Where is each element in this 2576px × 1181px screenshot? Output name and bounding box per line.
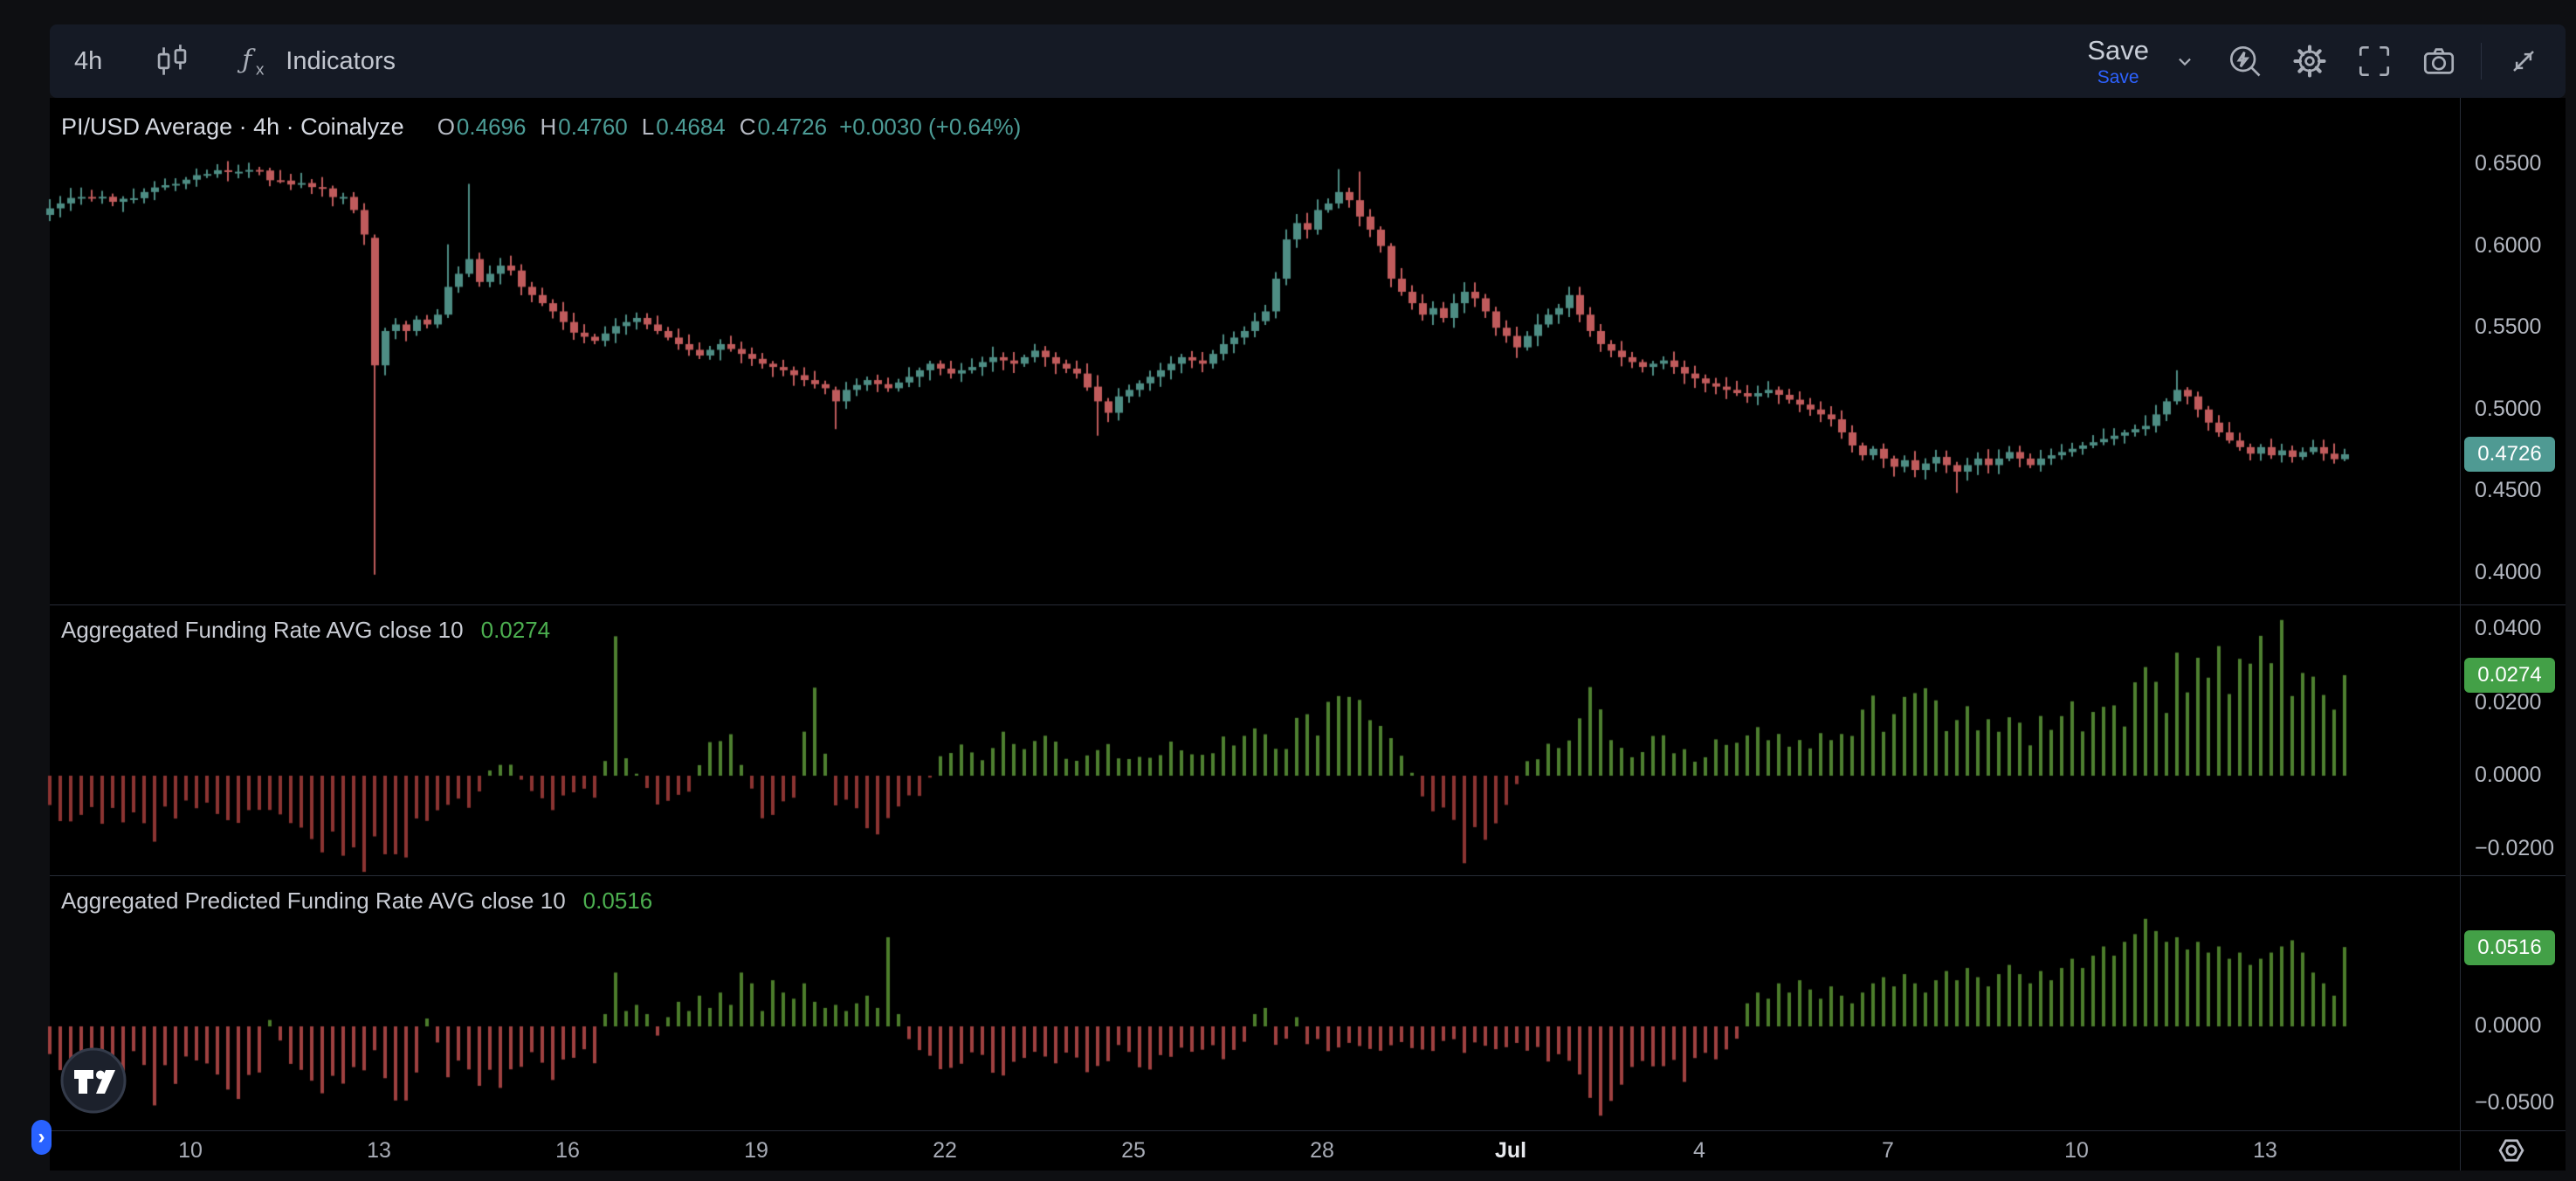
scale-tick-label: 0.4500 bbox=[2475, 478, 2541, 503]
funding-legend-value: 0.0274 bbox=[481, 617, 551, 644]
close-label: C bbox=[740, 114, 756, 141]
scale-tick-label: 0.0000 bbox=[2475, 763, 2541, 788]
tradingview-chart-app: 4h ƒ x Indicato bbox=[0, 0, 2576, 1181]
time-axis[interactable]: 10 13 16 19 22 25 28 Jul 4 7 10 13 bbox=[0, 1130, 2576, 1171]
tradingview-logo[interactable] bbox=[60, 1047, 127, 1118]
scale-tick-label: 0.0400 bbox=[2475, 616, 2541, 641]
funding-pane-legend[interactable]: Aggregated Funding Rate AVG close 10 0.0… bbox=[61, 617, 550, 644]
time-tick-label: 16 bbox=[555, 1138, 580, 1164]
time-tick-label: 10 bbox=[2064, 1138, 2089, 1164]
low-value: 0.4684 bbox=[656, 114, 726, 141]
price-scale[interactable]: 0.6500 0.6000 0.5500 0.5000 0.4500 0.4000 0.04… bbox=[2461, 0, 2576, 1181]
scale-tick-label: −0.0200 bbox=[2475, 836, 2554, 861]
clock-icon[interactable] bbox=[2490, 1132, 2532, 1173]
time-tick-label: 25 bbox=[1121, 1138, 1146, 1164]
scale-tick-label: −0.0500 bbox=[2475, 1090, 2554, 1115]
pane-divider-1[interactable] bbox=[50, 604, 2566, 605]
predicted-pane-legend[interactable]: Aggregated Predicted Funding Rate AVG cl… bbox=[61, 887, 652, 915]
scale-tick-label: 0.6000 bbox=[2475, 233, 2541, 259]
predicted-value-badge: 0.0516 bbox=[2464, 930, 2555, 965]
time-tick-label: 22 bbox=[933, 1138, 957, 1164]
low-label: L bbox=[642, 114, 654, 141]
funding-value-badge: 0.0274 bbox=[2464, 658, 2555, 693]
scale-tick-label: 0.0200 bbox=[2475, 690, 2541, 715]
open-label: O bbox=[437, 114, 455, 141]
time-tick-label: 13 bbox=[2253, 1138, 2277, 1164]
time-tick-label: 28 bbox=[1310, 1138, 1334, 1164]
scale-tick-label: 0.4000 bbox=[2475, 560, 2541, 585]
scale-tick-label: 0.5000 bbox=[2475, 397, 2541, 422]
time-tick-label: 7 bbox=[1882, 1138, 1894, 1164]
predicted-legend-value: 0.0516 bbox=[583, 887, 653, 915]
scale-tick-label: 0.0000 bbox=[2475, 1013, 2541, 1039]
time-tick-label: 4 bbox=[1693, 1138, 1705, 1164]
open-value: 0.4696 bbox=[457, 114, 527, 141]
chevron-right-icon: › bbox=[38, 1125, 45, 1150]
change-value: +0.0030 (+0.64%) bbox=[839, 114, 1021, 141]
pane-divider-2[interactable] bbox=[50, 875, 2566, 876]
funding-legend-title: Aggregated Funding Rate AVG close 10 bbox=[61, 617, 464, 644]
scale-tick-label: 0.6500 bbox=[2475, 151, 2541, 176]
last-price-badge: 0.4726 bbox=[2464, 437, 2555, 472]
high-value: 0.4760 bbox=[558, 114, 628, 141]
symbol-title[interactable]: PI/USD Average · 4h · Coinalyze bbox=[61, 114, 404, 141]
close-value: 0.4726 bbox=[758, 114, 828, 141]
time-tick-label: 19 bbox=[744, 1138, 768, 1164]
time-tick-label: Jul bbox=[1495, 1138, 1526, 1164]
predicted-legend-title: Aggregated Predicted Funding Rate AVG cl… bbox=[61, 887, 566, 915]
time-tick-label: 13 bbox=[367, 1138, 391, 1164]
high-label: H bbox=[540, 114, 556, 141]
drawing-panel-expand-handle[interactable]: › bbox=[31, 1120, 52, 1155]
price-pane-legend[interactable]: PI/USD Average · 4h · Coinalyze O 0.4696… bbox=[61, 114, 1021, 141]
scale-tick-label: 0.5500 bbox=[2475, 314, 2541, 340]
time-tick-label: 10 bbox=[178, 1138, 203, 1164]
chart-canvas[interactable] bbox=[0, 0, 2576, 1181]
